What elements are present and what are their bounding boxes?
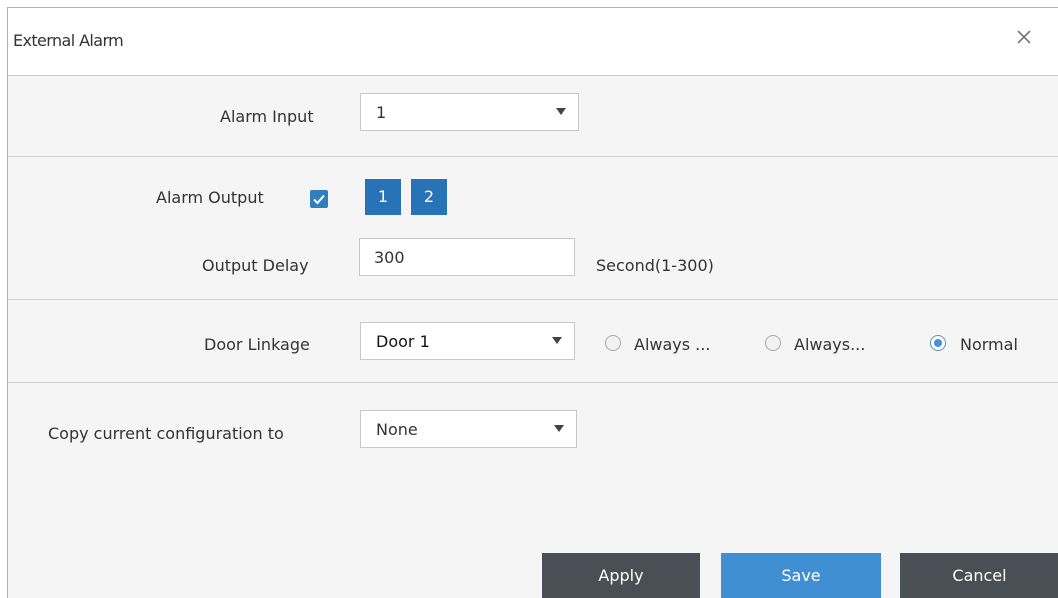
radio-always-closed-label[interactable]: Always... [794,335,865,354]
alarm-input-value: 1 [376,103,387,122]
cancel-button[interactable]: Cancel [900,553,1058,598]
alarm-output-label: Alarm Output [156,188,264,207]
radio-always-closed[interactable] [765,335,781,351]
output-delay-input[interactable] [359,238,575,276]
save-button[interactable]: Save [721,553,881,598]
alarm-input-select[interactable]: 1 [360,93,579,131]
section-divider [8,382,1058,383]
copy-config-label: Copy current configuration to [48,424,284,443]
door-linkage-label: Door Linkage [204,335,310,354]
alarm-input-label: Alarm Input [220,107,314,126]
checkmark-icon [313,194,325,205]
chevron-down-icon [556,108,566,115]
dialog-title: External Alarm [13,31,124,50]
apply-button[interactable]: Apply [542,553,700,598]
dialog-titlebar: External Alarm [8,8,1058,76]
alarm-output-chip-2[interactable]: 2 [411,179,447,215]
output-delay-label: Output Delay [202,256,309,275]
copy-config-select[interactable]: None [360,410,577,448]
output-delay-hint: Second(1-300) [596,256,714,275]
radio-normal[interactable] [930,335,946,351]
alarm-output-chip-1[interactable]: 1 [365,179,401,215]
radio-normal-label[interactable]: Normal [960,335,1018,354]
alarm-output-checkbox[interactable] [310,190,328,208]
copy-config-value: None [376,420,418,439]
door-linkage-value: Door 1 [376,332,430,351]
section-divider [8,299,1058,300]
radio-always-open[interactable] [605,335,621,351]
door-linkage-select[interactable]: Door 1 [360,322,575,360]
external-alarm-dialog: External Alarm Alarm Input 1 Alarm Outpu… [7,7,1058,598]
section-divider [8,156,1058,157]
chevron-down-icon [554,425,564,432]
chevron-down-icon [552,337,562,344]
close-icon[interactable] [1013,26,1035,48]
radio-always-open-label[interactable]: Always ... [634,335,710,354]
